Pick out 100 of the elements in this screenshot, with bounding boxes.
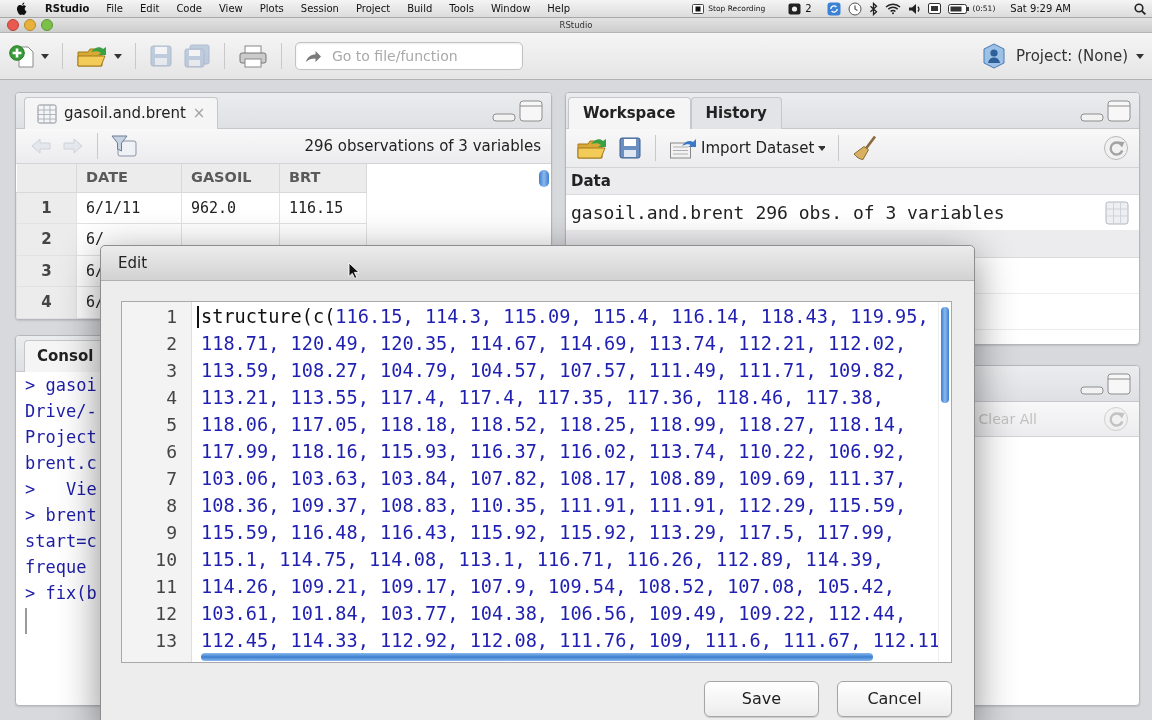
print-button[interactable] xyxy=(238,43,268,69)
editor-tab[interactable]: gasoil.and.brent × xyxy=(24,97,219,129)
observations-summary: 296 observations of 3 variables xyxy=(304,135,541,157)
minimize-dot-icon[interactable] xyxy=(24,19,36,31)
project-icon[interactable] xyxy=(982,43,1006,69)
folder-icon[interactable] xyxy=(576,136,608,160)
import-dataset-button[interactable]: Import Dataset xyxy=(669,136,826,160)
menu-item[interactable]: Help xyxy=(547,1,571,16)
filter-icon[interactable] xyxy=(111,134,137,158)
display-icon[interactable] xyxy=(927,3,941,14)
line-number: 10 xyxy=(154,548,178,572)
code-line: 118.06, 117.05, 118.18, 118.52, 118.25, 118.99, 118.27, 118.14, xyxy=(201,413,907,437)
folder-icon[interactable] xyxy=(76,44,108,68)
section-header: Data xyxy=(571,170,611,192)
menu-item[interactable]: Build xyxy=(407,1,433,16)
menu-item[interactable]: Edit xyxy=(140,1,160,16)
line-number: 8 xyxy=(165,494,178,518)
volume-icon[interactable] xyxy=(907,2,921,15)
refresh-icon[interactable] xyxy=(1103,406,1129,432)
vertical-scrollbar[interactable] xyxy=(539,170,549,187)
line-number: 11 xyxy=(154,575,178,599)
battery-icon xyxy=(947,3,969,14)
code-line: 118.71, 120.49, 120.35, 114.67, 114.69, 113.74, 112.21, 112.02, xyxy=(201,332,907,356)
dialog-button[interactable]: Save xyxy=(704,681,819,717)
menu-item[interactable]: Project xyxy=(355,1,391,16)
vertical-scrollbar[interactable] xyxy=(941,307,949,403)
code-line: structure(c(116.15, 114.3, 115.09, 115.4, 116.14, 118.43, 119.95, xyxy=(201,305,929,329)
line-number: 2 xyxy=(165,332,178,356)
line-number: 6 xyxy=(165,440,178,464)
close-dot-icon[interactable] xyxy=(7,19,19,31)
caret-icon[interactable] xyxy=(1136,53,1144,59)
clock-icon[interactable] xyxy=(847,1,862,16)
project-menu-button[interactable]: Project: (None) xyxy=(1016,44,1144,68)
broom-icon[interactable] xyxy=(852,135,879,161)
row-number: 4 xyxy=(16,286,77,319)
horizontal-scrollbar[interactable] xyxy=(201,653,873,661)
menu-item[interactable]: Session xyxy=(300,1,339,16)
line-number: 9 xyxy=(165,521,178,545)
text-cursor xyxy=(25,608,27,634)
maximize-icon[interactable] xyxy=(519,99,543,122)
pane-tab[interactable]: Workspace xyxy=(568,97,691,129)
menu-clock[interactable]: Sat 9:29 AM xyxy=(1010,1,1071,16)
new-file-icon[interactable] xyxy=(9,44,35,68)
row-number: 2 xyxy=(16,223,77,256)
column-header[interactable]: BRT xyxy=(279,164,367,192)
menu-extra-icon xyxy=(788,2,802,15)
console-line: > gasoi xyxy=(25,374,97,397)
search-field[interactable]: Go to file/function xyxy=(295,42,523,70)
line-number: 12 xyxy=(154,602,178,626)
pane-tab[interactable]: History xyxy=(690,97,782,129)
sync-icon[interactable] xyxy=(826,1,841,16)
menu-item[interactable]: Plots xyxy=(259,1,284,16)
new-file-button[interactable] xyxy=(9,44,49,68)
menu-item[interactable]: Tools xyxy=(449,1,474,16)
menu-item[interactable]: File xyxy=(106,1,123,16)
zoom-dot-icon[interactable] xyxy=(41,19,53,31)
caret-icon xyxy=(818,145,826,151)
code-line: 115.59, 116.48, 116.43, 115.92, 115.92, 113.29, 117.5, 117.99, xyxy=(201,521,896,545)
go-arrow-icon xyxy=(304,49,322,64)
stop-icon xyxy=(692,3,705,14)
console-line: start=c xyxy=(25,530,97,553)
variable-value: 296 obs. of 3 variables xyxy=(755,201,1005,225)
code-editor[interactable] xyxy=(121,301,952,663)
maximize-icon[interactable] xyxy=(1107,372,1131,395)
bluetooth-icon[interactable] xyxy=(868,1,878,16)
code-line: 108.36, 109.37, 108.83, 110.35, 111.91, 111.91, 112.29, 115.59, xyxy=(201,494,907,518)
row-number: 1 xyxy=(16,192,77,224)
console-line: > Vie xyxy=(25,478,97,501)
code-line: 103.06, 103.63, 103.84, 107.82, 108.17, 108.89, 109.69, 111.37, xyxy=(201,467,907,491)
row-number: 3 xyxy=(16,255,77,287)
wifi-icon[interactable] xyxy=(884,2,901,15)
variable-name[interactable]: gasoil.and.brent xyxy=(571,199,745,226)
column-header[interactable]: GASOIL xyxy=(181,164,280,192)
code-line: 117.99, 118.16, 115.93, 116.37, 116.02, 113.74, 110.22, 106.92, xyxy=(201,440,907,464)
caret-icon[interactable] xyxy=(41,53,49,59)
menu-extra-item[interactable]: 2 xyxy=(788,1,812,16)
code-line: 113.21, 113.55, 117.4, 117.4, 117.35, 117.36, 118.46, 117.38, xyxy=(201,386,884,410)
menu-item[interactable]: Window xyxy=(490,1,531,16)
refresh-icon[interactable] xyxy=(1103,135,1129,161)
text-cursor xyxy=(197,306,199,328)
search-icon[interactable] xyxy=(1134,2,1146,15)
mouse-pointer-icon xyxy=(348,262,360,279)
maximize-icon[interactable] xyxy=(1107,99,1131,122)
menu-item[interactable]: Code xyxy=(176,1,202,16)
console-line: Project xyxy=(25,426,97,449)
dialog-button[interactable]: Cancel xyxy=(837,681,952,717)
line-number: 13 xyxy=(154,629,178,653)
menu-item[interactable]: View xyxy=(219,1,243,16)
apple-icon[interactable] xyxy=(16,1,28,16)
console-line: brent.c xyxy=(25,452,97,475)
console-line: freque xyxy=(25,556,87,579)
console-line: Drive/- xyxy=(25,400,97,423)
table-cell: 116.15 xyxy=(279,192,367,224)
code-line: 115.1, 114.75, 114.08, 113.1, 116.71, 116.26, 112.89, 114.39, xyxy=(201,548,884,572)
caret-icon[interactable] xyxy=(114,53,122,59)
save-icon[interactable] xyxy=(618,136,642,160)
code-line: 103.61, 101.84, 103.77, 104.38, 106.56, 109.49, 109.22, 112.44, xyxy=(201,602,907,626)
console-line: > fix(b xyxy=(25,582,97,605)
app-menu[interactable]: RStudio xyxy=(45,1,90,16)
column-header[interactable]: DATE xyxy=(76,164,182,192)
